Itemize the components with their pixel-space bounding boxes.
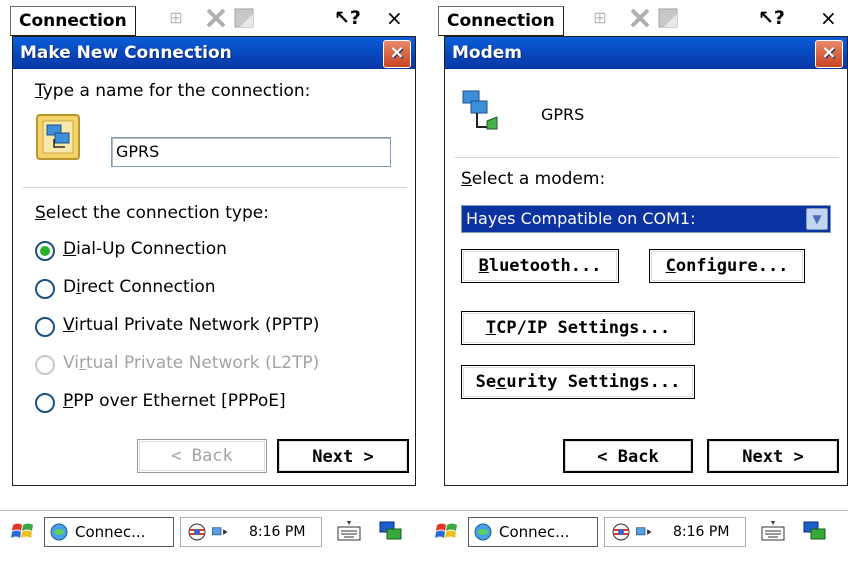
configure-button[interactable]: Configure... bbox=[649, 249, 805, 283]
network-icon[interactable] bbox=[611, 522, 631, 542]
taskbar: Connec... 8:16 PM bbox=[0, 510, 424, 555]
dialog-titlebar: Make New Connection × bbox=[13, 37, 415, 69]
help-icon[interactable]: ↖? bbox=[334, 6, 361, 30]
format-icon[interactable]: ⊞ bbox=[164, 6, 188, 30]
name-prompt-label: Type a name for the connection: bbox=[35, 81, 311, 101]
keyboard-icon[interactable] bbox=[336, 519, 362, 543]
dialog-title: Modem bbox=[452, 43, 523, 63]
clock[interactable]: 8:16 PM bbox=[673, 524, 729, 540]
connection-name-label: GPRS bbox=[541, 105, 585, 124]
keyboard-icon[interactable] bbox=[760, 519, 786, 543]
network-wizard-icon bbox=[36, 114, 80, 160]
right-window: Connection ⊞ ↖? × Modem × GPRS Select a … bbox=[424, 0, 848, 569]
properties-icon[interactable] bbox=[656, 6, 680, 30]
system-tray: 8:16 PM bbox=[604, 517, 746, 547]
modem-phone-icon bbox=[462, 90, 498, 130]
option-pppoe-label[interactable]: PPP over Ethernet [PPPoE] bbox=[63, 391, 286, 411]
separator bbox=[23, 187, 407, 188]
option-vpn-pptp-label[interactable]: Virtual Private Network (PPTP) bbox=[63, 315, 319, 335]
option-direct-label[interactable]: Direct Connection bbox=[63, 277, 216, 297]
back-button: < Back bbox=[137, 439, 267, 473]
option-vpn-l2tp-label: Virtual Private Network (L2TP) bbox=[63, 353, 320, 373]
windows-flag-icon[interactable] bbox=[434, 519, 460, 545]
tcpip-settings-button[interactable]: TCP/IP Settings... bbox=[461, 311, 695, 345]
command-bar: Connection ⊞ ↖? × bbox=[424, 0, 848, 36]
modem-select[interactable]: Hayes Compatible on COM1: ▼ bbox=[461, 205, 831, 233]
connection-task-button[interactable]: Connec... bbox=[44, 517, 174, 547]
connection-task-button[interactable]: Connec... bbox=[468, 517, 598, 547]
radio-pppoe[interactable] bbox=[35, 393, 55, 413]
modem-dialog: Modem × GPRS Select a modem: Hayes Compa… bbox=[444, 36, 848, 486]
system-tray: 8:16 PM bbox=[180, 517, 322, 547]
connection-globe-icon bbox=[50, 523, 68, 541]
taskbar: Connec... 8:16 PM bbox=[424, 510, 848, 555]
format-icon[interactable]: ⊞ bbox=[588, 6, 612, 30]
type-prompt-label: Select the connection type: bbox=[35, 203, 269, 223]
radio-vpn-pptp[interactable] bbox=[35, 317, 55, 337]
left-window: Connection ⊞ ↖? × Make New Connection × … bbox=[0, 0, 424, 569]
task-label: Connec... bbox=[75, 523, 146, 541]
dialog-close-button[interactable]: × bbox=[383, 40, 411, 68]
next-button[interactable]: Next > bbox=[277, 439, 409, 473]
dialog-title: Make New Connection bbox=[20, 43, 232, 63]
task-switch-icon[interactable] bbox=[802, 519, 828, 543]
network-icon[interactable] bbox=[187, 522, 207, 542]
connection-status-icon[interactable] bbox=[635, 522, 655, 542]
delete-icon[interactable] bbox=[628, 6, 652, 30]
windows-flag-icon[interactable] bbox=[10, 519, 36, 545]
dialog-close-button[interactable]: × bbox=[815, 40, 843, 68]
task-switch-icon[interactable] bbox=[378, 519, 404, 543]
properties-icon[interactable] bbox=[232, 6, 256, 30]
close-icon[interactable]: × bbox=[386, 6, 410, 30]
connection-status-icon[interactable] bbox=[211, 522, 231, 542]
back-button[interactable]: < Back bbox=[563, 439, 693, 473]
delete-icon[interactable] bbox=[204, 6, 228, 30]
option-dialup-label[interactable]: Dial-Up Connection bbox=[63, 239, 227, 259]
connection-menu-button[interactable]: Connection bbox=[438, 6, 564, 36]
connection-name-input[interactable]: GPRS bbox=[111, 137, 391, 167]
bluetooth-button[interactable]: Bluetooth... bbox=[461, 249, 619, 283]
next-button[interactable]: Next > bbox=[707, 439, 839, 473]
modem-prompt-label: Select a modem: bbox=[461, 169, 606, 189]
radio-dialup[interactable] bbox=[35, 241, 55, 261]
clock[interactable]: 8:16 PM bbox=[249, 524, 305, 540]
connection-menu-button[interactable]: Connection bbox=[10, 6, 136, 36]
radio-vpn-l2tp bbox=[35, 355, 55, 375]
connection-globe-icon bbox=[474, 523, 492, 541]
task-label: Connec... bbox=[499, 523, 570, 541]
modem-select-value: Hayes Compatible on COM1: bbox=[466, 209, 696, 228]
security-settings-button[interactable]: Security Settings... bbox=[461, 365, 695, 399]
close-icon[interactable]: × bbox=[820, 6, 844, 30]
separator bbox=[455, 157, 839, 158]
make-new-connection-dialog: Make New Connection × Type a name for th… bbox=[12, 36, 416, 486]
dialog-titlebar: Modem × bbox=[445, 37, 847, 69]
radio-direct[interactable] bbox=[35, 279, 55, 299]
command-bar: Connection ⊞ ↖? × bbox=[0, 0, 424, 36]
chevron-down-icon[interactable]: ▼ bbox=[806, 208, 828, 230]
help-icon[interactable]: ↖? bbox=[758, 6, 785, 30]
